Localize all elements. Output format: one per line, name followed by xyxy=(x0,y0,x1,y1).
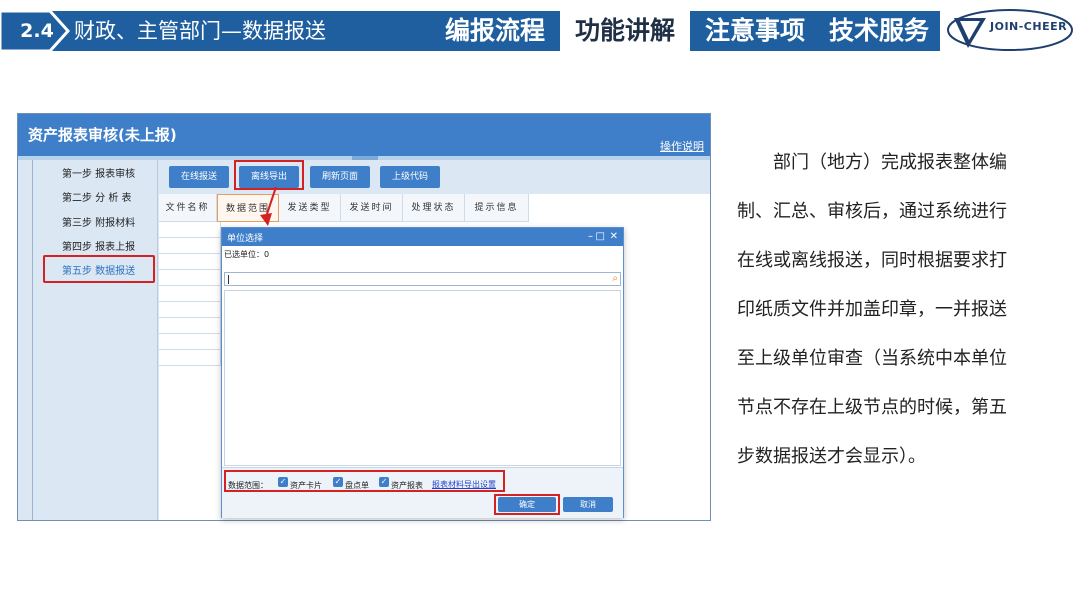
offline-export-highlight xyxy=(234,160,304,190)
table-row xyxy=(159,238,221,254)
unit-search-input[interactable]: ⌕ xyxy=(224,272,621,286)
column-header-data-range[interactable]: 数据范围 xyxy=(217,194,279,222)
table-row xyxy=(159,334,221,350)
close-icon[interactable]: ✕ xyxy=(610,230,618,244)
app-titlebar: 资产报表审核(未上报) 操作说明 xyxy=(18,114,710,156)
header: 2.4 财政、主管部门—数据报送 编报流程 功能讲解 注意事项 技术服务 JOI… xyxy=(0,0,1080,62)
steps-timeline xyxy=(32,160,33,520)
unit-select-dialog: 单位选择 – □ ✕ 已选单位：0 ⌕ 数据范围： ✓ 资产卡片 ✓ 盘点单 ✓… xyxy=(221,227,624,518)
ok-highlight xyxy=(494,494,560,515)
table-row xyxy=(159,270,221,286)
cancel-button[interactable]: 取消 xyxy=(563,497,613,512)
column-header-message[interactable]: 提示信息 xyxy=(465,194,529,222)
section-title: 财政、主管部门—数据报送 xyxy=(74,19,326,43)
step-1-review[interactable]: 第一步 报表审核 xyxy=(62,165,135,180)
data-range-highlight xyxy=(224,470,505,492)
table-row xyxy=(159,222,221,238)
nav-tab-tech-service[interactable]: 技术服务 xyxy=(818,11,940,51)
step-5-highlight xyxy=(43,255,155,283)
description-line: 印纸质文件并加盖印章，一并报送 xyxy=(737,299,1007,320)
online-submit-button[interactable]: 在线报送 xyxy=(169,166,229,188)
step-3-attachments[interactable]: 第三步 附报材料 xyxy=(62,214,135,229)
table-row xyxy=(159,286,221,302)
text-caret xyxy=(228,275,229,284)
toolbar: 在线报送 离线导出 刷新页面 上级代码 xyxy=(159,160,710,194)
selected-units-count: 已选单位：0 xyxy=(224,250,270,259)
nav-tab-notes[interactable]: 注意事项 xyxy=(696,11,814,51)
section-number: 2.4 xyxy=(20,20,54,42)
maximize-icon[interactable]: □ xyxy=(596,230,605,244)
search-icon[interactable]: ⌕ xyxy=(612,273,618,285)
step-4-submit[interactable]: 第四步 报表上报 xyxy=(62,238,135,253)
description: 部门（地方）完成报表整体编 制、汇总、审核后，通过系统进行 在线或离线报送，同时… xyxy=(737,138,1059,481)
nav-tab-process[interactable]: 编报流程 xyxy=(436,11,554,51)
column-header-send-type[interactable]: 发送类型 xyxy=(279,194,341,222)
slide: 2.4 财政、主管部门—数据报送 编报流程 功能讲解 注意事项 技术服务 JOI… xyxy=(0,0,1080,608)
description-line: 节点不存在上级节点的时候，第五 xyxy=(737,397,1007,418)
unit-list[interactable] xyxy=(224,290,621,466)
column-header-status[interactable]: 处理状态 xyxy=(403,194,465,222)
step-2-analysis[interactable]: 第二步 分 析 表 xyxy=(62,189,132,204)
table-row xyxy=(159,302,221,318)
app-title: 资产报表审核(未上报) xyxy=(28,126,177,144)
logo-text: JOIN-CHEER xyxy=(990,20,1068,33)
table-row xyxy=(159,318,221,334)
description-line: 至上级单位审查（当系统中本单位 xyxy=(737,348,1007,369)
dialog-footer: 数据范围： ✓ 资产卡片 ✓ 盘点单 ✓ 资产报表 报表材料导出设置 确定 取消 xyxy=(222,467,623,518)
parent-code-button[interactable]: 上级代码 xyxy=(380,166,440,188)
column-header-send-time[interactable]: 发送时间 xyxy=(341,194,403,222)
steps-sidebar: 第一步 报表审核 第二步 分 析 表 第三步 附报材料 第四步 报表上报 第五步… xyxy=(18,160,158,520)
description-line: 制、汇总、审核后，通过系统进行 xyxy=(737,201,1007,222)
table-row xyxy=(159,254,221,270)
description-line: 步数据报送才会显示）。 xyxy=(737,446,926,467)
table-row xyxy=(159,350,221,366)
description-line: 部门（地方）完成报表整体编 xyxy=(737,152,1007,173)
column-header-file-name[interactable]: 文件名称 xyxy=(159,194,217,222)
description-line: 在线或离线报送，同时根据要求打 xyxy=(737,250,1007,271)
nav-tab-features[interactable]: 功能讲解 xyxy=(560,11,690,51)
dialog-titlebar: 单位选择 – □ ✕ xyxy=(222,228,623,246)
refresh-page-button[interactable]: 刷新页面 xyxy=(310,166,370,188)
dialog-title: 单位选择 xyxy=(227,234,264,244)
help-link[interactable]: 操作说明 xyxy=(660,138,704,154)
minimize-icon[interactable]: – xyxy=(588,230,593,244)
